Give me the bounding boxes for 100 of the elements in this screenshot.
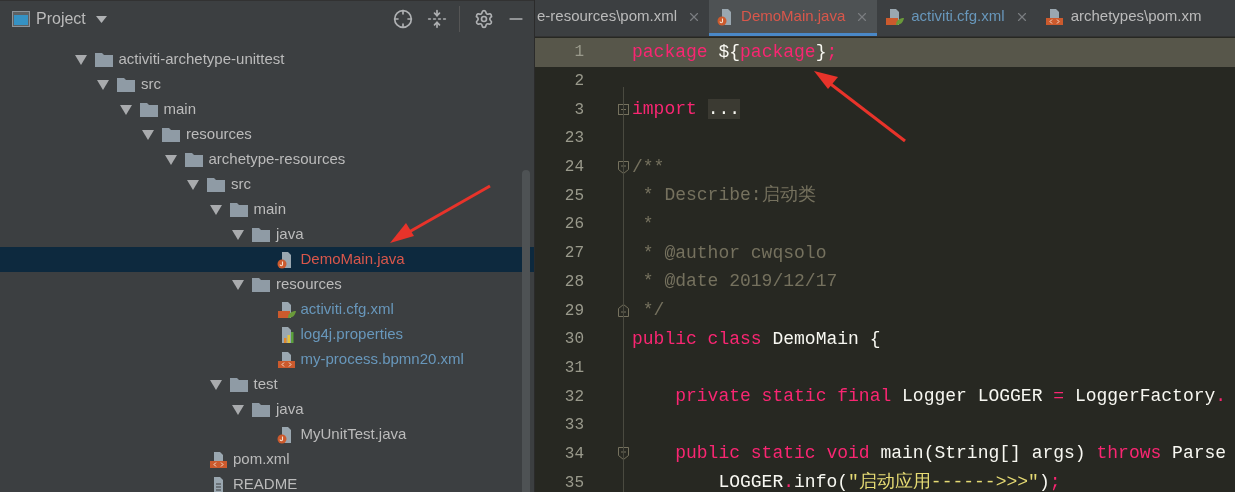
- editor-tab[interactable]: activiti.cfg.xml: [877, 0, 1037, 36]
- tree-item-label: src: [141, 74, 161, 95]
- expanded-arrow-icon[interactable]: [187, 179, 199, 190]
- code-line: LOGGER.info("启动应用------>>>");: [717, 471, 1061, 492]
- expanded-arrow-icon[interactable]: [209, 379, 222, 390]
- line-number: 31: [563, 357, 584, 379]
- line-number: 35: [563, 472, 584, 492]
- tree-item[interactable]: my-process.bpmn20.xml: [0, 347, 534, 372]
- tree-item-label: main: [253, 199, 286, 220]
- collapse-fold-icon[interactable]: [618, 447, 629, 461]
- tree-item-label: java: [276, 399, 304, 420]
- expanded-arrow-icon[interactable]: [164, 154, 177, 165]
- project-view-dropdown[interactable]: Project: [36, 7, 107, 31]
- tree-item[interactable]: src: [0, 172, 534, 197]
- xml-leaf-file-icon: [885, 7, 906, 26]
- line-number: 34: [563, 443, 584, 465]
- folder-icon: [252, 277, 270, 292]
- line-number: 3: [573, 99, 584, 121]
- tree-item[interactable]: archetype-resources: [0, 147, 534, 172]
- tree-item[interactable]: activiti-archetype-unittest: [0, 47, 534, 72]
- expanded-arrow-icon[interactable]: [232, 404, 244, 415]
- code-line: private static final Logger LOGGER = LoggerFactory.: [674, 385, 1227, 409]
- folder-icon: [229, 202, 248, 217]
- xml-file-icon: [1044, 7, 1065, 26]
- tree-item[interactable]: test: [0, 372, 534, 397]
- locate-icon[interactable]: [393, 9, 413, 29]
- tree-item-label: activiti.cfg.xml: [300, 299, 394, 320]
- tree-item[interactable]: activiti.cfg.xml: [0, 297, 534, 322]
- expanded-arrow-icon[interactable]: [209, 204, 222, 215]
- line-number: 33: [563, 415, 584, 437]
- editor-tab[interactable]: e-resources\pom.xml: [535, 0, 710, 36]
- xml-file-icon: [209, 450, 229, 469]
- code-line: import ...: [632, 98, 741, 122]
- line-number: 1: [573, 42, 584, 64]
- code-line: * Describe:启动类: [641, 184, 816, 208]
- line-number: 2: [573, 71, 584, 93]
- folder-icon: [252, 402, 270, 417]
- tree-item-label: log4j.properties: [300, 324, 404, 345]
- expanded-arrow-icon[interactable]: [97, 79, 109, 90]
- tree-item[interactable]: main: [0, 197, 534, 222]
- tree-item-label: test: [253, 374, 278, 395]
- code-editor[interactable]: [535, 37, 1235, 492]
- code-line: *: [641, 212, 654, 236]
- line-number: 27: [563, 243, 584, 265]
- tree-item[interactable]: DemoMain.java: [0, 247, 534, 272]
- code-line: /**: [632, 155, 665, 179]
- folder-icon: [229, 377, 248, 392]
- settings-icon[interactable]: [474, 9, 494, 29]
- tree-item-label: resources: [276, 274, 342, 295]
- tree-item[interactable]: MyUnitTest.java: [0, 422, 534, 447]
- tree-item-label: my-process.bpmn20.xml: [300, 349, 464, 370]
- editor-tab[interactable]: archetypes\pom.xm: [1036, 0, 1210, 36]
- tree-item[interactable]: README: [0, 472, 534, 492]
- line-number: 32: [563, 386, 584, 408]
- fold-end-icon[interactable]: [618, 304, 629, 318]
- tree-item-label: archetype-resources: [208, 149, 346, 170]
- tree-item-label: DemoMain.java: [300, 249, 405, 270]
- line-number: 29: [563, 300, 584, 322]
- tree-item[interactable]: src: [0, 72, 534, 97]
- expanded-arrow-icon[interactable]: [232, 229, 244, 240]
- folder-icon: [117, 77, 135, 92]
- folder-icon: [162, 127, 180, 142]
- tree-item[interactable]: java: [0, 397, 534, 422]
- expanded-arrow-icon[interactable]: [74, 54, 87, 65]
- tree-item-label: pom.xml: [233, 449, 290, 470]
- tree-item-label: activiti-archetype-unittest: [118, 49, 285, 70]
- line-number: 28: [563, 271, 584, 293]
- tree-item[interactable]: java: [0, 222, 534, 247]
- folder-icon: [207, 177, 225, 192]
- tree-item[interactable]: log4j.properties: [0, 322, 534, 347]
- expanded-arrow-icon[interactable]: [142, 129, 154, 140]
- folder-icon: [94, 52, 113, 67]
- tree-item-label: main: [163, 99, 196, 120]
- expanded-arrow-icon[interactable]: [119, 104, 132, 115]
- tree-item-label: src: [231, 174, 251, 195]
- code-line: */: [641, 299, 665, 323]
- line-number: 30: [563, 329, 584, 351]
- tree-item[interactable]: resources: [0, 122, 534, 147]
- folder-icon: [184, 152, 203, 167]
- tree-item[interactable]: pom.xml: [0, 447, 534, 472]
- tree-item-label: java: [276, 224, 304, 245]
- folder-icon: [139, 102, 158, 117]
- tree-item-label: README: [233, 474, 298, 492]
- folder-icon: [252, 227, 270, 242]
- collapse-fold-icon[interactable]: [618, 160, 629, 174]
- scrollbar[interactable]: [522, 170, 530, 492]
- tree-item-label: MyUnitTest.java: [300, 424, 407, 445]
- expand-fold-icon[interactable]: [618, 104, 629, 116]
- line-number: 24: [563, 157, 584, 179]
- code-line: * @author cwqsolo: [641, 241, 827, 265]
- line-number: 26: [563, 214, 584, 236]
- window-icon: [12, 11, 30, 27]
- code-line: * @date 2019/12/17: [641, 270, 838, 294]
- line-number: 25: [563, 185, 584, 207]
- expanded-arrow-icon[interactable]: [232, 279, 244, 290]
- xml-file-icon: [276, 350, 297, 369]
- tree-item[interactable]: resources: [0, 272, 534, 297]
- tree-item[interactable]: main: [0, 97, 534, 122]
- collapse-all-icon[interactable]: [427, 9, 447, 29]
- tree-item-label: resources: [186, 124, 252, 145]
